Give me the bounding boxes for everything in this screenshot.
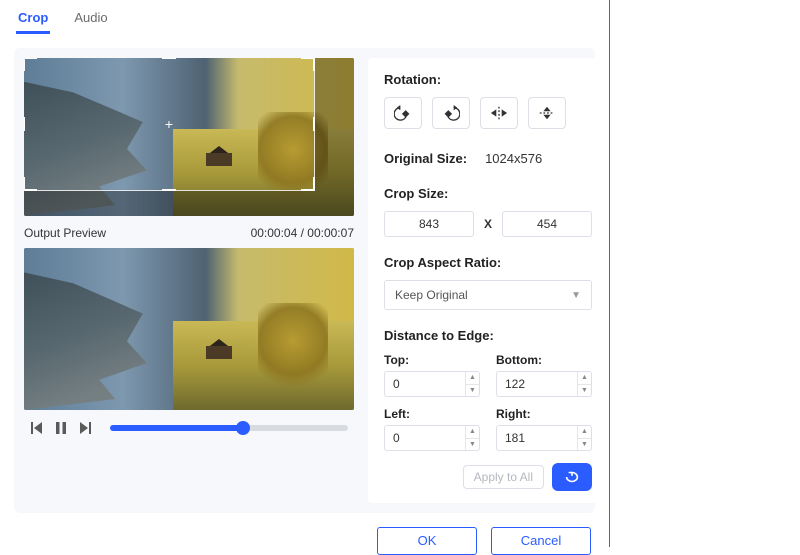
tab-audio[interactable]: Audio [72,8,109,34]
playback-bar [24,410,354,438]
seek-fill [110,425,243,431]
crop-handle-right[interactable] [309,117,315,131]
crop-size-label: Crop Size: [384,186,592,201]
aspect-ratio-select[interactable]: Keep Original ▼ [384,280,592,310]
reset-icon [563,470,581,484]
distance-top-down[interactable]: ▼ [466,385,479,397]
pause-icon [55,422,67,434]
distance-bottom-down[interactable]: ▼ [578,385,591,397]
cancel-button[interactable]: Cancel [491,527,591,555]
rotation-buttons [384,97,592,129]
distance-top-up[interactable]: ▲ [466,372,479,385]
original-size-value: 1024x576 [485,151,542,166]
aspect-ratio-selected: Keep Original [395,288,468,302]
original-size-label: Original Size: [384,151,467,166]
crop-shade-bottom [24,190,314,216]
distance-left-input[interactable]: 0 ▲▼ [384,425,480,451]
next-frame-icon [79,422,91,434]
tabs: Crop Audio [14,6,595,34]
flip-vertical-button[interactable] [528,97,566,129]
crop-height-input[interactable]: 454 [502,211,592,237]
crop-handle-left[interactable] [24,117,29,131]
distance-label: Distance to Edge: [384,328,592,343]
crop-handle-bottom-right[interactable] [301,177,315,191]
seek-thumb[interactable] [236,421,250,435]
flip-vertical-icon [538,105,556,121]
distance-left-label: Left: [384,407,480,421]
apply-to-all-button[interactable]: Apply to All [463,465,544,489]
crop-handle-top-left[interactable] [24,58,37,71]
prev-frame-button[interactable] [30,422,44,434]
seek-slider[interactable] [110,425,348,431]
crop-handle-bottom[interactable] [162,185,176,191]
dialog-footer: OK Cancel [14,513,595,555]
crop-center-icon[interactable]: + [162,117,176,131]
flip-horizontal-button[interactable] [480,97,518,129]
crop-handle-top[interactable] [162,58,176,63]
distance-top-input[interactable]: 0 ▲▼ [384,371,480,397]
distance-right-label: Right: [496,407,592,421]
distance-right-up[interactable]: ▲ [578,426,591,439]
crop-handle-bottom-left[interactable] [24,177,37,191]
crop-size-separator: X [484,217,492,231]
distance-grid: Top: 0 ▲▼ Bottom: 122 ▲▼ Left: [384,353,592,451]
ok-button[interactable]: OK [377,527,477,555]
preview-meta: Output Preview 00:00:04 / 00:00:07 [24,216,354,248]
crop-width-input[interactable]: 843 [384,211,474,237]
distance-right-value: 181 [497,426,577,450]
output-preview-label: Output Preview [24,226,106,240]
next-frame-button[interactable] [78,422,92,434]
video-crop-editor: Crop Audio [0,0,610,547]
reset-button[interactable] [552,463,592,491]
distance-bottom-label: Bottom: [496,353,592,367]
distance-top-value: 0 [385,372,465,396]
crop-rect[interactable]: + [24,58,314,190]
crop-preview-frame[interactable]: + [24,58,354,216]
crop-handle-top-right[interactable] [301,58,315,71]
distance-right-input[interactable]: 181 ▲▼ [496,425,592,451]
main-columns: + Output Preview 00:00:04 / 00:00:07 [14,48,595,513]
aspect-ratio-label: Crop Aspect Ratio: [384,255,592,270]
time-display: 00:00:04 / 00:00:07 [251,226,354,240]
chevron-down-icon: ▼ [571,290,581,301]
apply-row: Apply to All [384,463,592,491]
crop-overlay: + [24,58,354,216]
distance-left-value: 0 [385,426,465,450]
rotation-label: Rotation: [384,72,592,87]
crop-shade-right [314,58,354,216]
rotate-ccw-button[interactable] [384,97,422,129]
output-preview-frame [24,248,354,410]
pause-button[interactable] [54,422,68,434]
prev-frame-icon [31,422,43,434]
distance-bottom-input[interactable]: 122 ▲▼ [496,371,592,397]
distance-left-up[interactable]: ▲ [466,426,479,439]
flip-horizontal-icon [490,105,508,121]
distance-right-down[interactable]: ▼ [578,439,591,451]
settings-column: Rotation: [368,58,608,503]
rotate-ccw-icon [394,105,412,121]
crop-size-row: 843 X 454 [384,211,592,237]
distance-bottom-value: 122 [497,372,577,396]
distance-bottom-up[interactable]: ▲ [578,372,591,385]
tab-crop[interactable]: Crop [16,8,50,34]
rotate-cw-button[interactable] [432,97,470,129]
distance-left-down[interactable]: ▼ [466,439,479,451]
preview-column: + Output Preview 00:00:04 / 00:00:07 [24,58,354,503]
distance-top-label: Top: [384,353,480,367]
rotate-cw-icon [442,105,460,121]
original-size-row: Original Size: 1024x576 [384,151,592,166]
